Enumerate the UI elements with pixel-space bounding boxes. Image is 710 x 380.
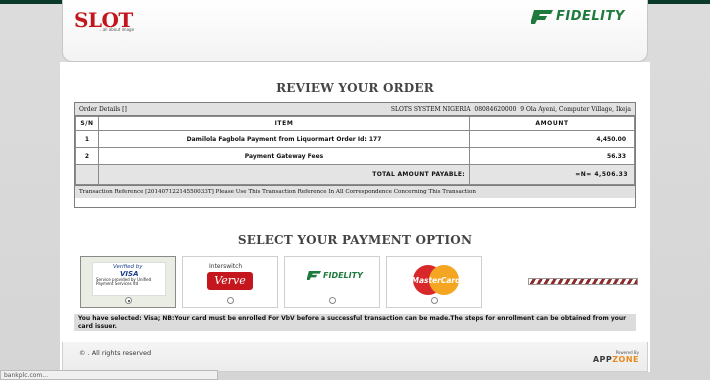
column-header-sn: S/N [75,116,99,131]
table-header-row: S/N ITEM AMOUNT [75,116,635,131]
appzone-app-text: APP [592,355,613,364]
visa-radio[interactable] [125,297,132,304]
payment-option-fidelity[interactable]: FIDELITY [284,256,380,308]
interswitch-text: Interswitch [209,263,243,270]
fidelity-option-logo: FIDELITY [307,271,363,280]
mastercard-brand: MasterCard [412,276,462,285]
merchant-address: 9 Ola Ayeni, Computer Village, Ikeja [520,105,631,113]
transaction-reference: Transaction Reference [20140712214550033… [75,185,635,198]
main-content: REVIEW YOUR ORDER Order Details [] SLOTS… [60,62,650,372]
table-row: 2 Payment Gateway Fees 56.33 [75,147,635,165]
order-details-header: Order Details [] SLOTS SYSTEM NIGERIA 08… [75,103,635,116]
table-row: 1 Damilola Fagbola Payment from Liquorma… [75,130,635,148]
order-summary: Order Details [] SLOTS SYSTEM NIGERIA 08… [74,102,636,208]
row-amount: 4,450.00 [469,130,635,148]
appzone-logo[interactable]: APPZONE [593,355,639,364]
fidelity-mark-icon [307,271,321,280]
verve-logo: Verve [207,272,253,290]
review-order-title: REVIEW YOUR ORDER [276,81,434,95]
fidelity-logo-text: FIDELITY [556,9,625,24]
site-footer: © . All rights reserved Powered By APPZO… [62,342,648,372]
column-header-amount: AMOUNT [469,116,635,131]
total-spacer [75,164,99,185]
order-items-table: S/N ITEM AMOUNT 1 Damilola Fagbola Payme… [75,116,635,185]
appzone-zone-text: ZONE [612,355,639,364]
payment-option-verve[interactable]: Interswitch Verve [182,256,278,308]
copyright-text: © . All rights reserved [79,349,152,357]
total-label: Total Amount Payable: [98,164,470,185]
row-item: Damilola Fagbola Payment from Liquormart… [98,130,470,148]
slot-tagline: ...all about image [99,27,135,32]
mastercard-logo-icon: MasterCard [412,265,462,295]
row-sn: 1 [75,130,99,148]
browser-status-bar: bankplc.com... [0,370,218,380]
total-row: Total Amount Payable: =N= 4,506.33 [75,164,635,185]
payment-options: Verified by VISA Service provided by Uni… [80,256,488,308]
site-header: SLOT ...all about image FIDELITY [62,0,648,62]
payment-notice: You have selected: Visa; NB:Your card mu… [74,314,636,331]
visa-logo: Verified by VISA Service provided by Uni… [92,262,166,296]
payment-option-mastercard[interactable]: MasterCard [386,256,482,308]
verve-radio[interactable] [227,297,234,304]
total-amount: =N= 4,506.33 [469,164,635,185]
merchant-name: SLOTS SYSTEM NIGERIA [390,105,471,113]
fidelity-mark-icon [531,9,553,24]
fidelity-logo[interactable]: FIDELITY [531,9,625,24]
loading-progress-bar [528,278,638,285]
row-sn: 2 [75,147,99,165]
payment-option-visa[interactable]: Verified by VISA Service provided by Uni… [80,256,176,308]
merchant-info: SLOTS SYSTEM NIGERIA 08084620000 9 Ola A… [391,106,631,113]
payment-option-title: SELECT YOUR PAYMENT OPTION [237,233,473,247]
column-header-item: ITEM [98,116,470,131]
merchant-phone: 08084620000 [474,105,517,113]
visa-service-text: Service provided by Unified Payment Serv… [96,277,152,287]
fidelity-radio[interactable] [329,297,336,304]
order-details-label: Order Details [] [79,105,127,113]
row-item: Payment Gateway Fees [98,147,470,165]
fidelity-option-text: FIDELITY [323,271,363,280]
mastercard-radio[interactable] [431,297,438,304]
row-amount: 56.33 [469,147,635,165]
